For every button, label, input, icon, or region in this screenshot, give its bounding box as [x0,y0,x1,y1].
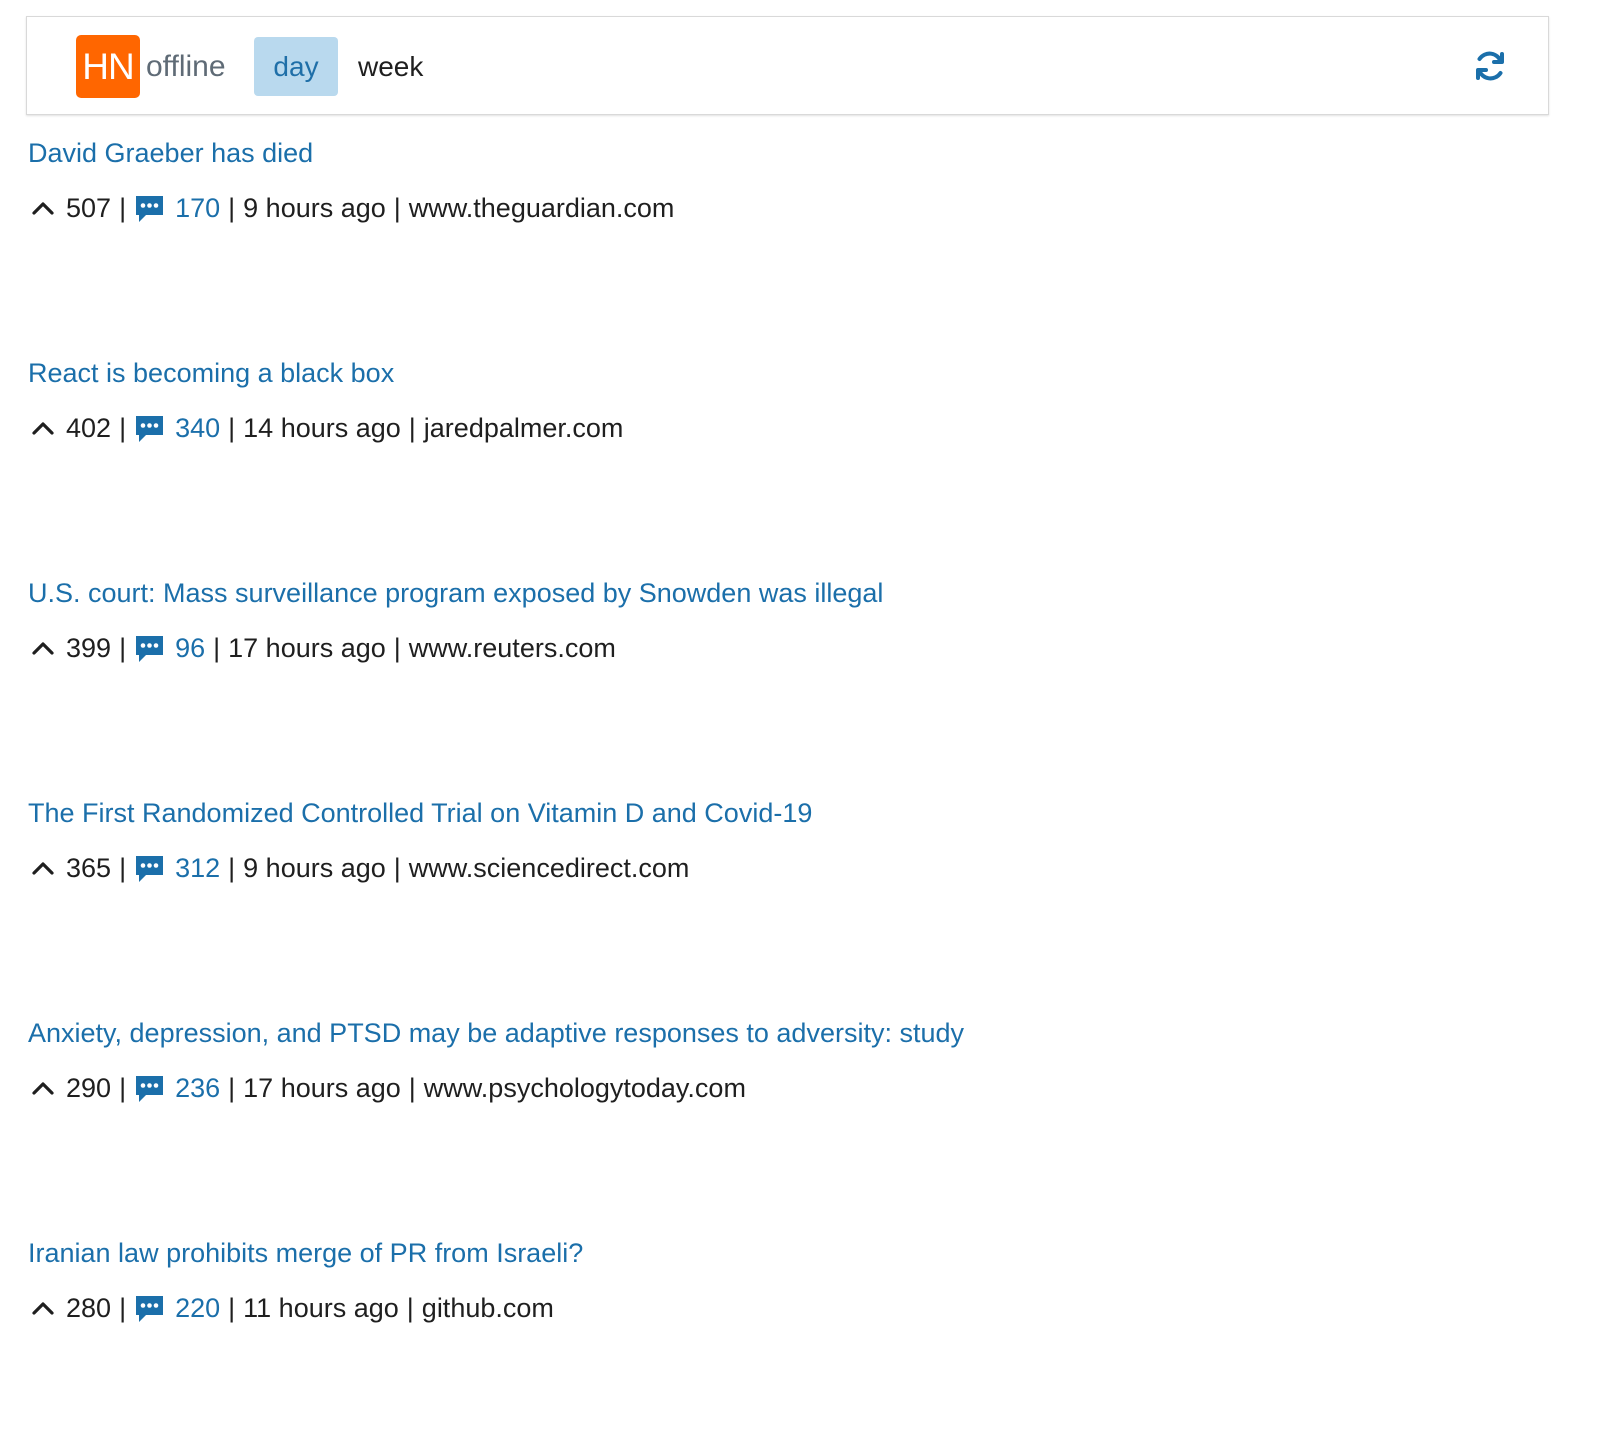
separator: | [393,853,401,883]
story-item: David Graeber has died 507 | 170 | 9 hou… [28,126,1600,346]
points-count: 280 [66,1293,112,1323]
points-count: 507 [66,193,112,223]
story-age: 9 hours ago [243,193,386,223]
separator: | [408,413,416,443]
separator: | [213,633,221,663]
story-age: 17 hours ago [228,633,386,663]
upvote-icon[interactable] [30,196,56,222]
upvote-icon[interactable] [30,416,56,442]
story-domain: www.theguardian.com [408,193,675,223]
comment-icon [136,855,164,882]
separator: | [228,1293,236,1323]
story-age: 17 hours ago [243,1073,401,1103]
story-list: David Graeber has died 507 | 170 | 9 hou… [28,126,1600,1446]
comment-icon [136,635,164,662]
story-item: U.S. court: Mass surveillance program ex… [28,566,1600,786]
separator: | [119,633,127,663]
separator: | [228,1073,236,1103]
story-title-link[interactable]: Iranian law prohibits merge of PR from I… [28,1226,1600,1281]
story-title-link[interactable]: Anxiety, depression, and PTSD may be ada… [28,1006,1600,1061]
story-title-link[interactable]: U.S. court: Mass surveillance program ex… [28,566,1600,621]
tab-week[interactable]: week [338,37,443,96]
upvote-icon[interactable] [30,856,56,882]
story-meta: 280 | 220 | 11 hours ago | github.com [28,1281,1600,1336]
comments-count: 220 [175,1293,221,1323]
points-count: 290 [66,1073,112,1103]
comments-count: 312 [175,853,221,883]
upvote-icon[interactable] [30,1296,56,1322]
comment-icon [136,1295,164,1322]
tab-day[interactable]: day [254,37,338,96]
story-age: 14 hours ago [243,413,401,443]
comments-link[interactable]: 220 [134,1281,220,1336]
separator: | [393,193,401,223]
story-age: 11 hours ago [243,1293,399,1323]
story-meta: 399 | 96 | 17 hours ago | www.reuters.co… [28,621,1600,676]
points-count: 365 [66,853,112,883]
story-domain: jaredpalmer.com [423,413,624,443]
story-item: The First Randomized Controlled Trial on… [28,786,1600,1006]
story-meta: 402 | 340 | 14 hours ago | jaredpalmer.c… [28,401,1600,456]
separator: | [119,413,127,443]
app-header: HN offline day week [26,16,1549,115]
separator: | [119,193,127,223]
story-item: Anxiety, depression, and PTSD may be ada… [28,1006,1600,1226]
story-title-link[interactable]: React is becoming a black box [28,346,1600,401]
points-count: 402 [66,413,112,443]
comment-icon [136,415,164,442]
points-count: 399 [66,633,112,663]
story-age: 9 hours ago [243,853,386,883]
story-item: React is becoming a black box 402 | 340 … [28,346,1600,566]
upvote-icon[interactable] [30,1076,56,1102]
story-title-link[interactable]: The First Randomized Controlled Trial on… [28,786,1600,841]
refresh-icon[interactable] [1472,48,1508,84]
comment-icon [136,195,164,222]
separator: | [119,1073,127,1103]
separator: | [408,1073,416,1103]
story-meta: 290 | 236 | 17 hours ago | www.psycholog… [28,1061,1600,1116]
story-title-link[interactable]: David Graeber has died [28,126,1600,181]
comments-count: 170 [175,193,221,223]
story-meta: 365 | 312 | 9 hours ago | www.sciencedir… [28,841,1600,896]
story-domain: github.com [421,1293,554,1323]
comments-link[interactable]: 236 [134,1061,220,1116]
hn-logo: HN [76,35,140,98]
story-meta: 507 | 170 | 9 hours ago | www.theguardia… [28,181,1600,236]
comments-link[interactable]: 340 [134,401,220,456]
comments-count: 96 [175,633,206,663]
separator: | [119,1293,127,1323]
separator: | [228,193,236,223]
separator: | [228,413,236,443]
comment-icon [136,1075,164,1102]
separator: | [228,853,236,883]
upvote-icon[interactable] [30,636,56,662]
story-domain: www.reuters.com [408,633,616,663]
story-domain: www.sciencedirect.com [408,853,690,883]
comments-link[interactable]: 312 [134,841,220,896]
comments-link[interactable]: 96 [134,621,205,676]
separator: | [406,1293,414,1323]
comments-count: 236 [175,1073,221,1103]
separator: | [119,853,127,883]
comments-count: 340 [175,413,221,443]
separator: | [393,633,401,663]
brand-text: offline [146,50,226,83]
story-domain: www.psychologytoday.com [423,1073,746,1103]
story-item: Iranian law prohibits merge of PR from I… [28,1226,1600,1446]
comments-link[interactable]: 170 [134,181,220,236]
